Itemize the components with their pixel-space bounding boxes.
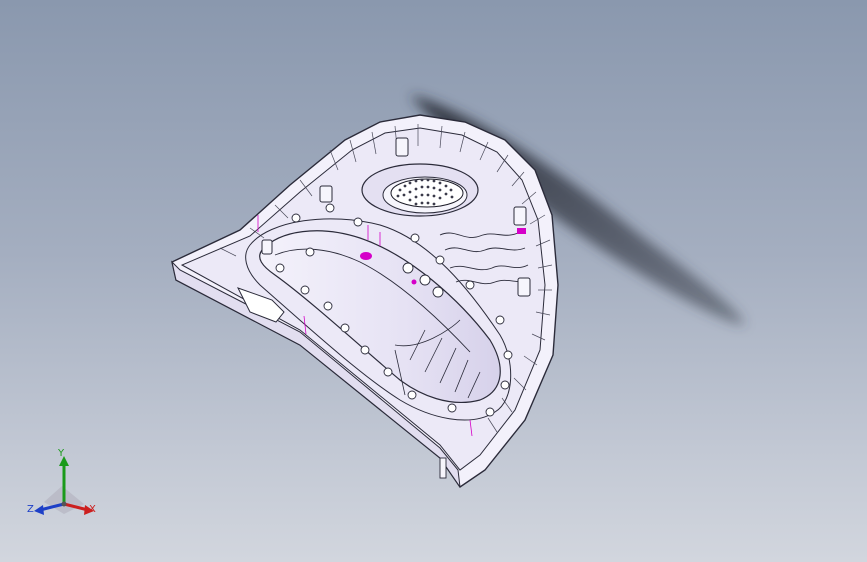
axis-y-label: Y bbox=[58, 448, 65, 459]
lower-clip[interactable] bbox=[439, 457, 447, 479]
axis-z-label: Z bbox=[27, 504, 34, 515]
axis-x-label: X bbox=[89, 504, 96, 515]
cad-model[interactable] bbox=[0, 0, 867, 562]
graphics-viewport[interactable]: Y X Z bbox=[0, 0, 867, 562]
reference-triad: Y X Z bbox=[24, 448, 104, 524]
